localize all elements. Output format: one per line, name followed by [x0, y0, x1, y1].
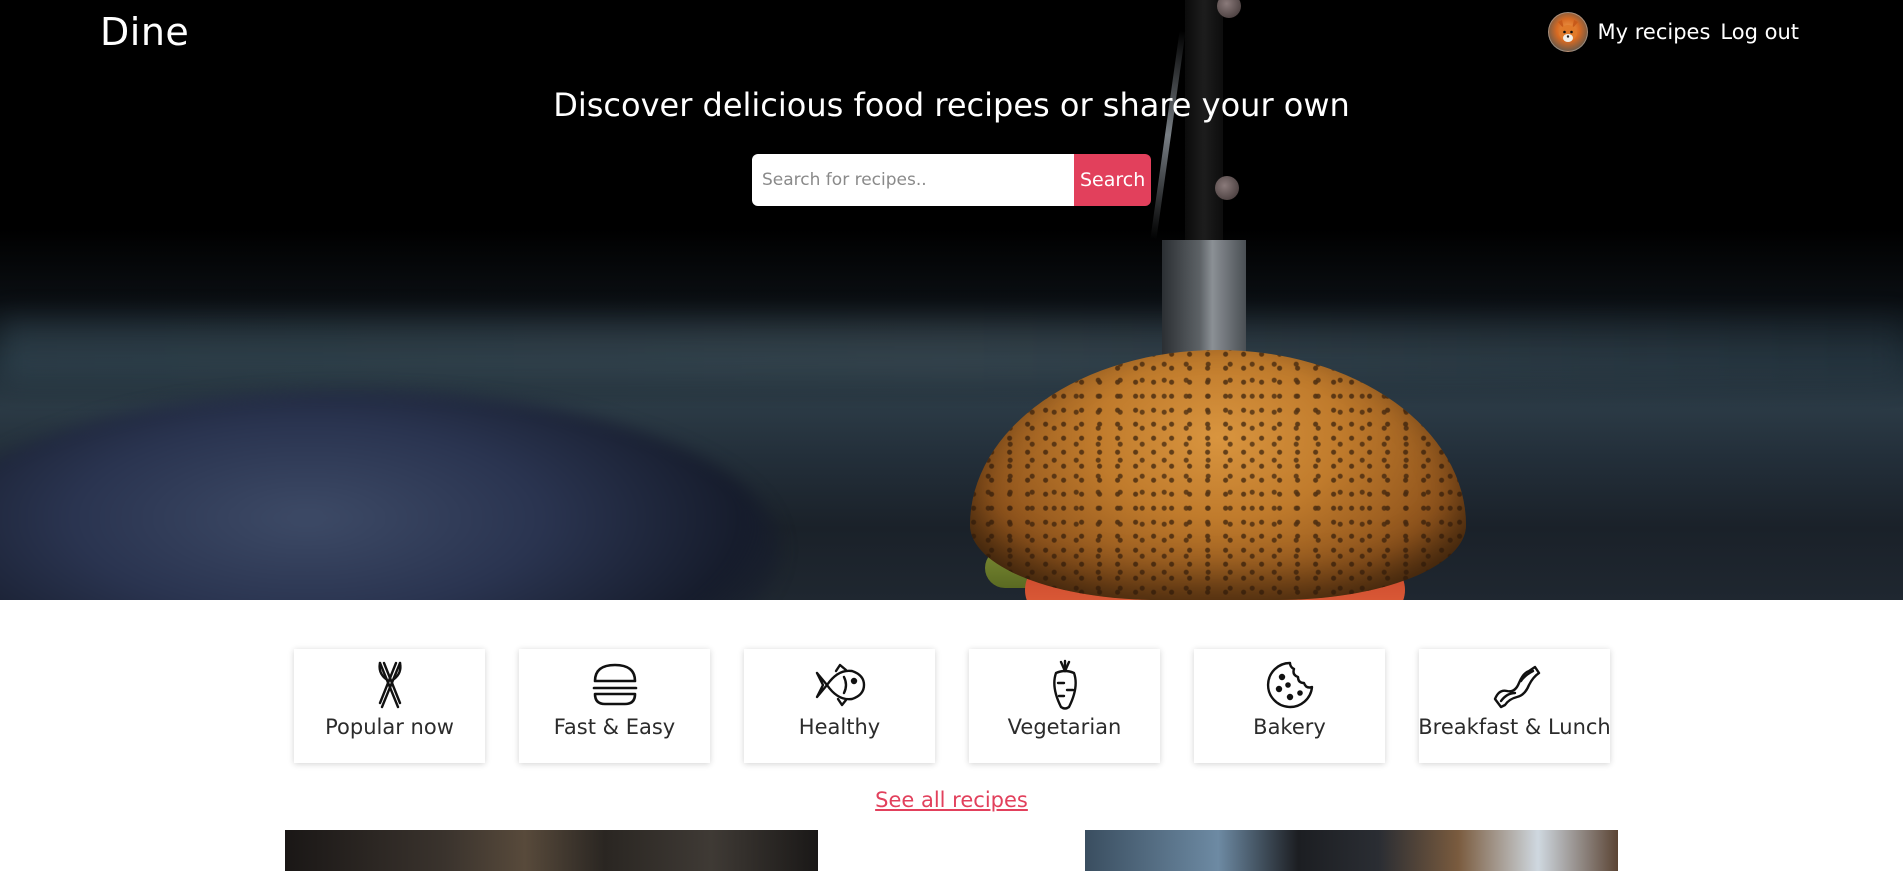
user-nav: My recipes Log out	[1547, 12, 1799, 52]
hero-background-stripe	[0, 320, 1903, 380]
avatar[interactable]	[1547, 12, 1588, 52]
category-vegetarian[interactable]: Vegetarian	[969, 649, 1160, 763]
bacon-icon	[1493, 665, 1540, 709]
log-out-link[interactable]: Log out	[1720, 20, 1799, 44]
see-all-recipes-link[interactable]: See all recipes	[0, 788, 1903, 812]
category-label: Popular now	[325, 715, 454, 739]
cookie-icon	[1266, 661, 1313, 709]
fish-icon	[815, 663, 865, 707]
utensils-icon	[377, 661, 402, 709]
category-label: Fast & Easy	[553, 715, 676, 739]
category-bakery[interactable]: Bakery	[1194, 649, 1385, 763]
knife-blade-image	[1162, 240, 1246, 355]
category-breakfast-lunch[interactable]: Breakfast & Lunch	[1418, 649, 1611, 763]
hero-title: Discover delicious food recipes or share…	[553, 86, 1350, 124]
brand-logo[interactable]: Dine	[100, 10, 189, 54]
search-bar: Search	[752, 154, 1151, 206]
category-fast-easy[interactable]: Fast & Easy	[519, 649, 710, 763]
fox-avatar-icon	[1557, 20, 1578, 42]
category-label: Bakery	[1253, 715, 1326, 739]
burger-icon	[592, 663, 637, 706]
carrot-icon	[1052, 659, 1077, 710]
knife-rivet	[1215, 176, 1239, 200]
category-label: Vegetarian	[1007, 715, 1122, 739]
category-healthy[interactable]: Healthy	[744, 649, 935, 763]
recipe-preview-image[interactable]	[285, 830, 818, 871]
category-label: Breakfast & Lunch	[1418, 715, 1611, 739]
category-popular-now[interactable]: Popular now	[294, 649, 485, 763]
hero-banner: Dine My recipes Log out Discover delicio…	[0, 0, 1903, 600]
recipe-preview-image[interactable]	[1085, 830, 1618, 871]
my-recipes-link[interactable]: My recipes	[1598, 20, 1711, 44]
category-label: Healthy	[798, 715, 881, 739]
search-button[interactable]: Search	[1074, 154, 1151, 206]
category-list: Popular now Fast & Easy Healthy Vegetari…	[294, 649, 1611, 763]
search-input[interactable]	[752, 154, 1074, 206]
